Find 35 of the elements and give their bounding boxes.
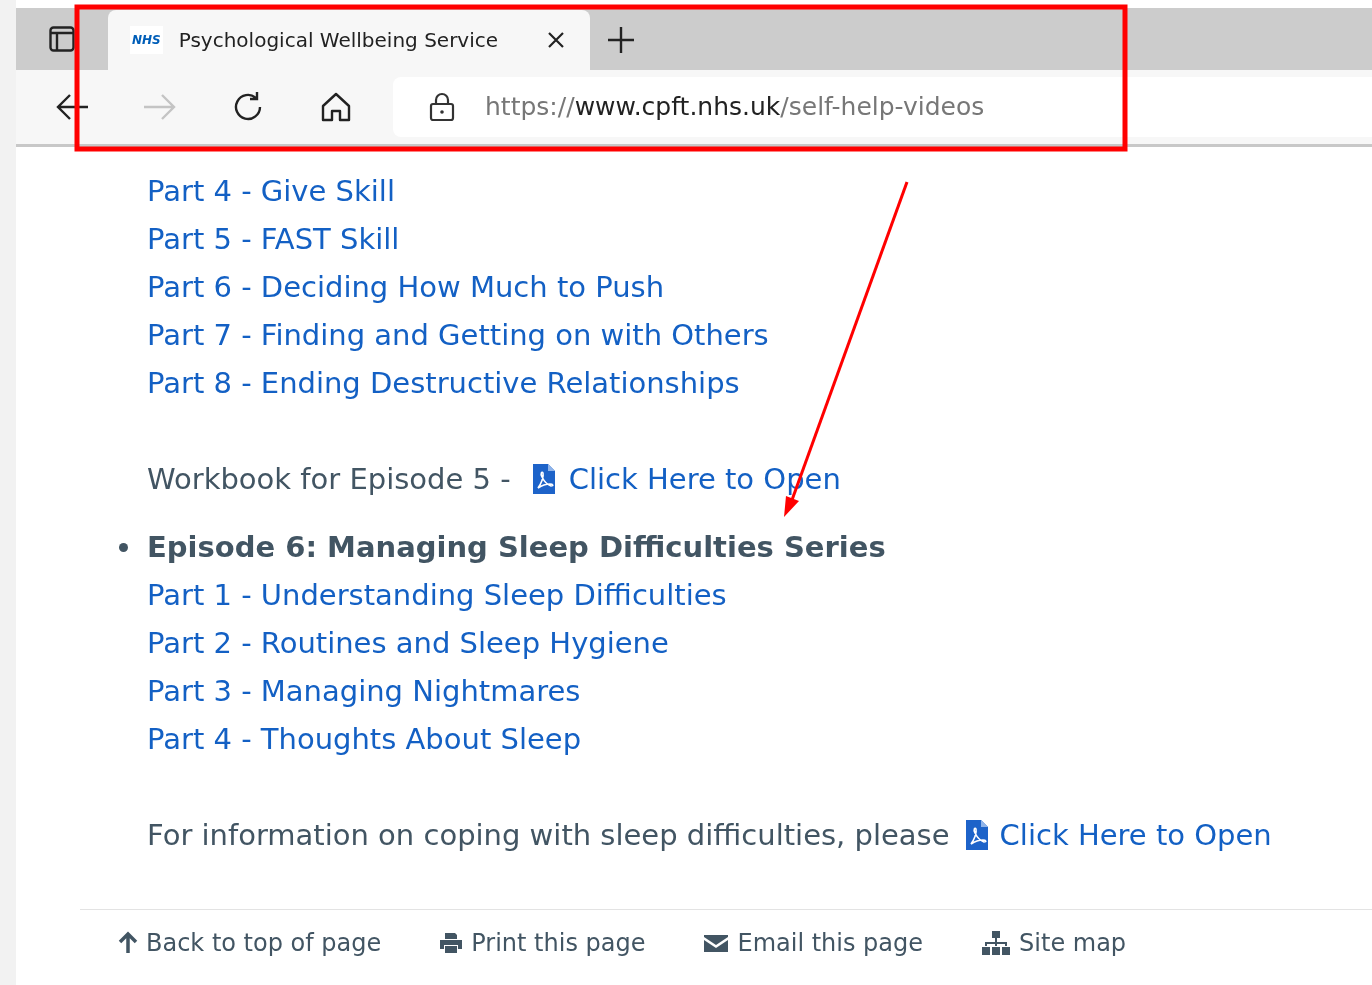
plus-icon: [607, 26, 635, 54]
video-link[interactable]: Part 2 - Routines and Sleep Hygiene: [147, 619, 669, 667]
video-link[interactable]: Part 6 - Deciding How Much to Push: [147, 263, 665, 311]
video-link[interactable]: Part 8 - Ending Destructive Relationships: [147, 359, 740, 407]
footer-link[interactable]: Email this page: [703, 924, 924, 961]
footer-link[interactable]: Back to top of page: [118, 924, 382, 961]
lock-icon: [429, 92, 455, 122]
back-icon: [55, 93, 89, 121]
video-link[interactable]: Part 5 - FAST Skill: [147, 215, 400, 263]
video-link[interactable]: Part 4 - Thoughts About Sleep: [147, 715, 582, 763]
url-text: https://www.cpft.nhs.uk/self-help-videos: [485, 91, 985, 124]
home-icon: [320, 91, 352, 123]
video-link[interactable]: Part 1 - Understanding Sleep Difficulties: [147, 571, 727, 619]
sitemap-icon: [981, 929, 1012, 956]
info-link[interactable]: Click Here to Open: [963, 811, 1272, 859]
browser-tab[interactable]: NHS Psychological Wellbeing Service: [108, 10, 590, 70]
pdf-icon: [963, 819, 990, 851]
video-link[interactable]: Part 4 - Give Skill: [147, 167, 395, 215]
nhs-logo: NHS: [130, 26, 163, 54]
arrow-up-icon: [118, 930, 138, 955]
footer-link[interactable]: Site map: [981, 924, 1127, 961]
video-link[interactable]: Part 7 - Finding and Getting on with Others: [147, 311, 769, 359]
tab-actions-icon: [49, 26, 75, 52]
close-icon: [547, 31, 565, 49]
info-text: For information on coping with sleep difficulties, please: [147, 817, 950, 854]
workbook-label: Workbook for Episode 5 -: [147, 461, 511, 498]
address-bar[interactable]: https://www.cpft.nhs.uk/self-help-videos: [393, 77, 1372, 137]
pdf-icon: [530, 463, 557, 495]
episode-heading: Episode 6: Managing Sleep Difficulties Series: [147, 529, 886, 566]
bullet-icon: [119, 542, 128, 552]
video-link[interactable]: Part 3 - Managing Nightmares: [147, 667, 581, 715]
footer-link[interactable]: Print this page: [439, 924, 646, 961]
print-icon: [439, 930, 464, 955]
tab-title: Psychological Wellbeing Service: [178, 27, 500, 54]
email-icon: [703, 932, 730, 953]
